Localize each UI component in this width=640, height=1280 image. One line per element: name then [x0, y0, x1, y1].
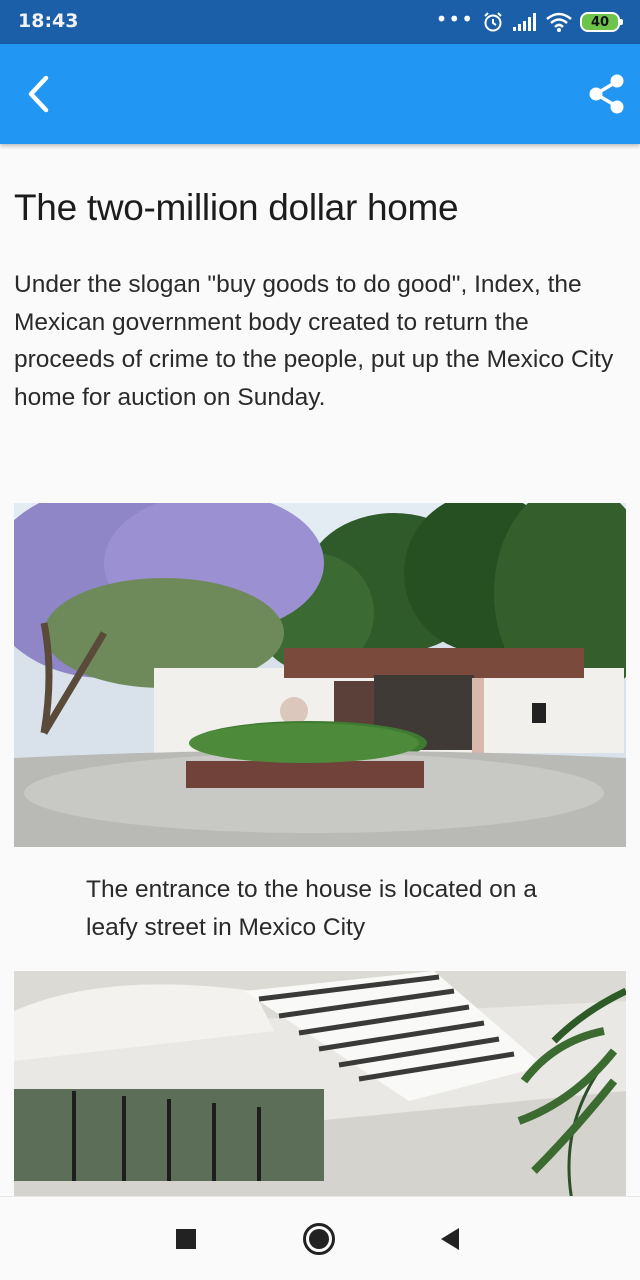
article-lead: Under the slogan "buy goods to do good",…	[14, 271, 614, 411]
article-photo-entrance	[14, 503, 626, 847]
recents-square-icon	[176, 1229, 196, 1249]
recents-button[interactable]	[166, 1219, 206, 1259]
home-button[interactable]	[299, 1219, 339, 1259]
status-time: 18:43	[18, 10, 79, 32]
article-content[interactable]: The two-million dollar home Under the sl…	[0, 144, 640, 1196]
share-button[interactable]	[582, 69, 632, 119]
back-triangle-icon	[441, 1228, 459, 1250]
back-arrow-icon	[28, 75, 49, 113]
nav-back-button[interactable]	[430, 1219, 470, 1259]
home-circle-icon	[303, 1223, 335, 1255]
more-dots-icon: •••	[435, 7, 474, 31]
article-photo-interior	[14, 971, 626, 1196]
article-title: The two-million dollar home	[14, 187, 459, 228]
system-nav-bar	[0, 1196, 640, 1280]
status-icons: ••• 40	[435, 7, 623, 35]
wifi-icon	[546, 12, 572, 32]
alarm-icon	[484, 12, 502, 32]
app-bar	[0, 44, 640, 144]
status-bar: 18:43 ••• 40	[0, 0, 640, 44]
share-icon	[589, 74, 624, 114]
photo-caption: The entrance to the house is located on …	[86, 876, 537, 941]
battery-level: 40	[590, 14, 610, 30]
battery-icon: 40	[580, 12, 623, 32]
back-button[interactable]	[14, 69, 64, 119]
signal-icon	[513, 13, 536, 31]
